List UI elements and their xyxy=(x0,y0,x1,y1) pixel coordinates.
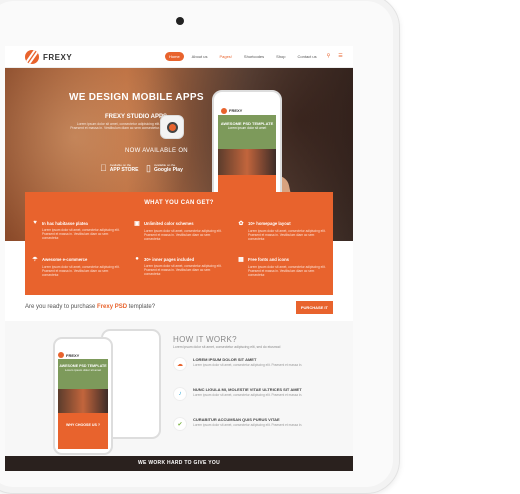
tablet-screen: FREXY Home About us Pages! Shortcodes Sh… xyxy=(5,46,353,471)
nav-about[interactable]: About us xyxy=(188,52,212,61)
purchase-button[interactable]: PURCHASE IT xyxy=(295,300,333,314)
phone-logo-icon xyxy=(58,352,64,358)
nav-contact[interactable]: Contact us xyxy=(294,52,321,61)
umbrella-icon: ☂ xyxy=(32,257,38,263)
feature-title: Free fonts and icons xyxy=(248,257,289,262)
feature-desc: Lorem ipsum dolor sit amet, consectetur … xyxy=(248,229,326,241)
feature-title: Unlimited color schemes xyxy=(144,221,194,226)
logo-icon xyxy=(25,50,39,64)
step-title: CURABITUR ACCUMSAN QUIS PURUS VITAE xyxy=(193,417,280,422)
nav-home[interactable]: Home xyxy=(165,52,184,61)
purchase-text-before: Are you ready to purchase xyxy=(25,304,98,310)
purchase-text: Are you ready to purchase Frexy PSD temp… xyxy=(25,304,155,310)
app-store-button[interactable]:  Available on the APP STORE xyxy=(100,161,138,175)
features-title: WHAT YOU CAN GET? xyxy=(144,200,214,206)
feature-item: ☂ Awesome e-commerce Lorem ipsum dolor si… xyxy=(31,256,121,277)
bottom-band: WE WORK HARD TO GIVE YOU xyxy=(5,456,353,471)
microphone-icon: ♪ xyxy=(173,387,187,401)
hero-headline: WE DESIGN MOBILE APPS xyxy=(69,92,204,103)
step-item: ♪ NUNC LIGULA MI, MOLESTIE VITAE ULTRICE… xyxy=(173,387,333,401)
purchase-text-brand: Frexy PSD xyxy=(97,304,128,310)
features-panel: WHAT YOU CAN GET? ♥ In hac habitasse plat… xyxy=(25,192,333,295)
google-play-button[interactable]: ▯ Available on the Google Play xyxy=(146,161,183,175)
camera-icon: ▣ xyxy=(134,221,140,227)
nav-pages[interactable]: Pages! xyxy=(215,52,235,61)
purchase-bar: Are you ready to purchase Frexy PSD temp… xyxy=(25,296,333,318)
feature-desc: Lorem ipsum dolor sit amet, consectetur … xyxy=(144,264,222,276)
nav-shop[interactable]: Shop xyxy=(272,52,289,61)
brand-name: FREXY xyxy=(43,52,73,62)
camera-app-icon xyxy=(160,115,184,139)
image-icon: ▦ xyxy=(238,257,244,263)
feature-title: In hac habitasse platea xyxy=(42,220,88,226)
leaf-icon: ✿ xyxy=(238,221,244,227)
step-title: LOREM IPSUM DOLOR SIT AMET xyxy=(193,357,257,362)
how-it-works-section: FREXY AWESOME PSD TEMPLATE Lorem ipsum d… xyxy=(5,321,353,456)
search-icon[interactable]: ⚲ xyxy=(325,52,333,61)
phone-banner-sub: Lorem ipsum dolor sit amet xyxy=(227,126,267,130)
feature-item: ▦ Free fonts and icons Lorem ipsum dolor … xyxy=(237,256,327,277)
step-desc: Lorem ipsum dolor sit amet, consectetur … xyxy=(193,363,303,367)
mobile-phone-icon: ▯ xyxy=(146,162,151,173)
apple-icon: ● xyxy=(135,256,139,262)
main-menu: Home About us Pages! Shortcodes Shop Con… xyxy=(165,52,345,61)
feature-desc: Lorem ipsum dolor sit amet, consectetur … xyxy=(42,228,120,240)
phone-banner: AWESOME PSD TEMPLATE Lorem ipsum dolor s… xyxy=(58,359,108,389)
step-desc: Lorem ipsum dolor sit amet, consectetur … xyxy=(193,423,303,427)
how-subtitle: Lorem ipsum dolor sit amet, consectetur … xyxy=(173,345,281,349)
studio-description: Lorem ipsum dolor sit amet, consectetur … xyxy=(70,122,160,131)
menu-icon[interactable]: ☰ xyxy=(336,52,344,61)
step-item: ✔ CURABITUR ACCUMSAN QUIS PURUS VITAE Lor… xyxy=(173,417,333,431)
feature-item: ● 30+ inner pages included Lorem ipsum do… xyxy=(133,256,223,276)
heart-icon: ♥ xyxy=(33,220,37,226)
phone-photo xyxy=(218,149,276,175)
brand-logo[interactable]: FREXY xyxy=(25,50,72,64)
feature-item: ✿ 10+ homepage layout Lorem ipsum dolor s… xyxy=(237,220,327,241)
step-item: ☁ LOREM IPSUM DOLOR SIT AMET Lorem ipsum … xyxy=(173,357,333,371)
feature-desc: Lorem ipsum dolor sit amet, consectetur … xyxy=(42,265,120,277)
feature-desc: Lorem ipsum dolor sit amet, consectetur … xyxy=(248,265,326,277)
purchase-text-after: template? xyxy=(127,304,156,310)
top-nav: FREXY Home About us Pages! Shortcodes Sh… xyxy=(5,46,353,68)
phones-mockup: FREXY AWESOME PSD TEMPLATE Lorem ipsum d… xyxy=(41,329,161,455)
phone-photo xyxy=(58,389,108,413)
feature-title: Awesome e-commerce xyxy=(42,257,88,262)
tablet-device: FREXY Home About us Pages! Shortcodes Sh… xyxy=(0,0,400,494)
feature-title: 30+ inner pages included xyxy=(144,256,195,262)
nav-shortcodes[interactable]: Shortcodes xyxy=(240,52,268,61)
cloud-download-icon: ☁ xyxy=(173,357,187,371)
apple-icon:  xyxy=(100,163,107,173)
how-title: HOW IT WORK? xyxy=(173,335,237,344)
feature-title: 10+ homepage layout xyxy=(248,221,291,226)
phone-brand: FREXY xyxy=(66,352,80,358)
phone-logo-icon xyxy=(221,107,227,114)
phone-brand: FREXY xyxy=(229,108,243,113)
checkmark-icon: ✔ xyxy=(173,417,187,431)
step-desc: Lorem ipsum dolor sit amet, consectetur … xyxy=(193,393,303,397)
now-available-label: NOW AVAILABLE ON xyxy=(125,148,188,154)
camera-dot xyxy=(176,17,184,25)
phone-banner-sub: Lorem ipsum dolor sit amet xyxy=(64,368,102,372)
step-title: NUNC LIGULA MI, MOLESTIE VITAE ULTRICES … xyxy=(193,387,302,392)
feature-item: ♥ In hac habitasse platea Lorem ipsum dol… xyxy=(31,220,121,240)
app-store-label: APP STORE xyxy=(103,167,139,173)
feature-desc: Lorem ipsum dolor sit amet, consectetur … xyxy=(144,229,222,241)
feature-item: ▣ Unlimited color schemes Lorem ipsum dol… xyxy=(133,220,223,241)
studio-title: FREXY STUDIO APPS xyxy=(105,114,168,120)
phone-bottom-label: WHY CHOOSE US ? xyxy=(58,413,108,449)
phone-banner: AWESOME PSD TEMPLATE Lorem ipsum dolor s… xyxy=(218,115,276,149)
google-play-label: Google Play xyxy=(153,167,183,173)
front-phone: FREXY AWESOME PSD TEMPLATE Lorem ipsum d… xyxy=(53,337,113,455)
